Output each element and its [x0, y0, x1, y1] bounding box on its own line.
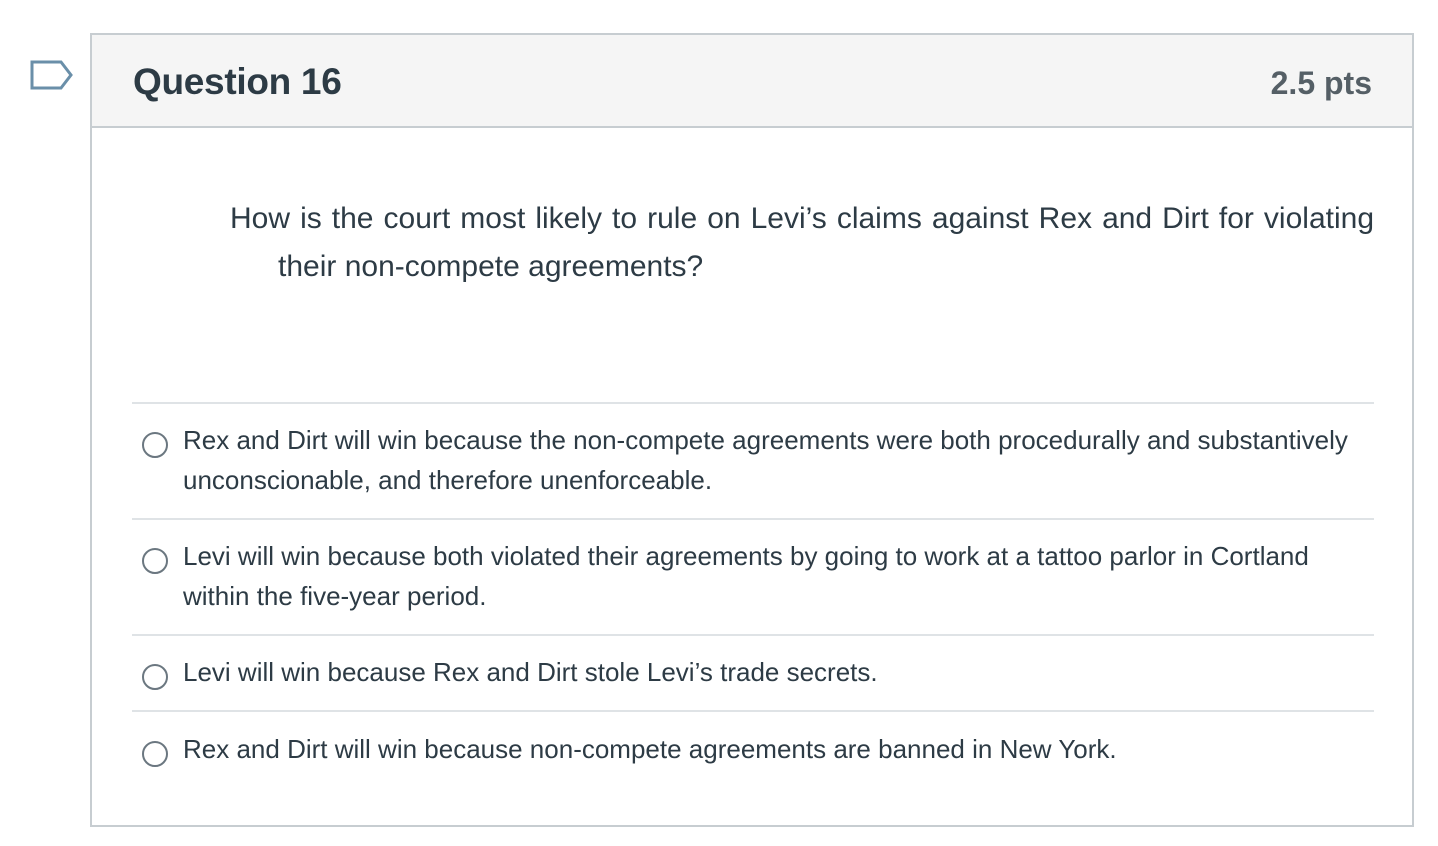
question-card: Question 16 2.5 pts How is the court mos…	[90, 33, 1414, 827]
flag-bookmark-icon	[30, 60, 73, 90]
radio-button[interactable]	[142, 432, 168, 458]
question-text: How is the court most likely to rule on …	[230, 202, 1374, 283]
answer-option[interactable]: Rex and Dirt will win because non-compet…	[132, 710, 1374, 786]
answer-option[interactable]: Levi will win because Rex and Dirt stole…	[132, 634, 1374, 710]
answer-option[interactable]: Levi will win because both violated thei…	[132, 518, 1374, 634]
answer-label[interactable]: Rex and Dirt will win because the non-co…	[183, 420, 1374, 500]
answer-option[interactable]: Rex and Dirt will win because the non-co…	[132, 402, 1374, 518]
answer-label[interactable]: Levi will win because both violated thei…	[183, 536, 1374, 616]
radio-button[interactable]	[142, 741, 168, 767]
radio-button[interactable]	[142, 548, 168, 574]
answer-list: Rex and Dirt will win because the non-co…	[132, 402, 1374, 786]
flag-question-icon[interactable]	[30, 60, 74, 94]
question-title: Question 16	[133, 61, 342, 102]
question-points: 2.5 pts	[1270, 65, 1372, 101]
answer-label[interactable]: Rex and Dirt will win because non-compet…	[183, 729, 1117, 769]
question-header: Question 16 2.5 pts	[92, 35, 1412, 128]
quiz-page: Question 16 2.5 pts How is the court mos…	[0, 0, 1438, 846]
radio-button[interactable]	[142, 664, 168, 690]
answer-label[interactable]: Levi will win because Rex and Dirt stole…	[183, 652, 878, 692]
